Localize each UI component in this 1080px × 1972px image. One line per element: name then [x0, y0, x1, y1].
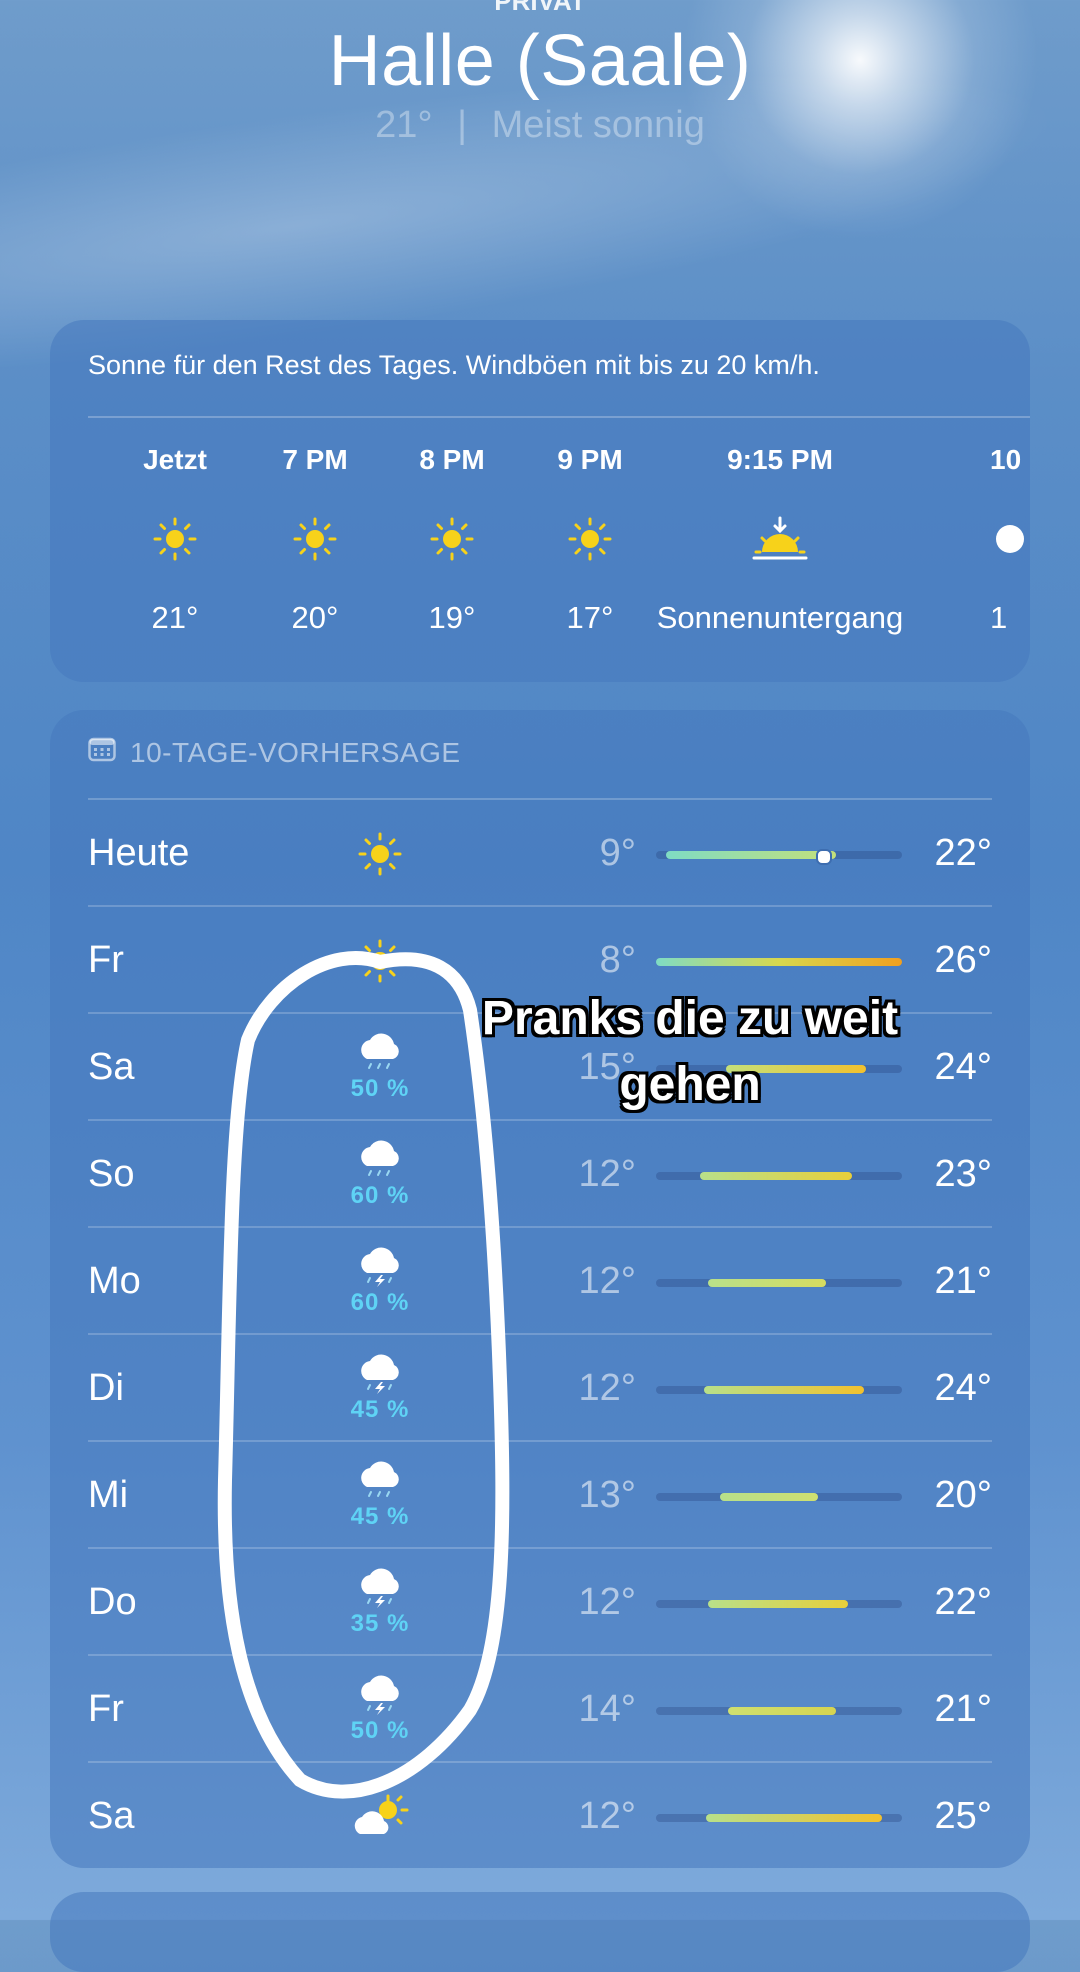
caption-line-1: Pranks die zu weit: [481, 992, 899, 1045]
video-caption: Pranks die zu weit gehen: [460, 986, 920, 1118]
hand-drawn-circle: [217, 951, 510, 1799]
caption-line-2: gehen: [619, 1058, 761, 1111]
